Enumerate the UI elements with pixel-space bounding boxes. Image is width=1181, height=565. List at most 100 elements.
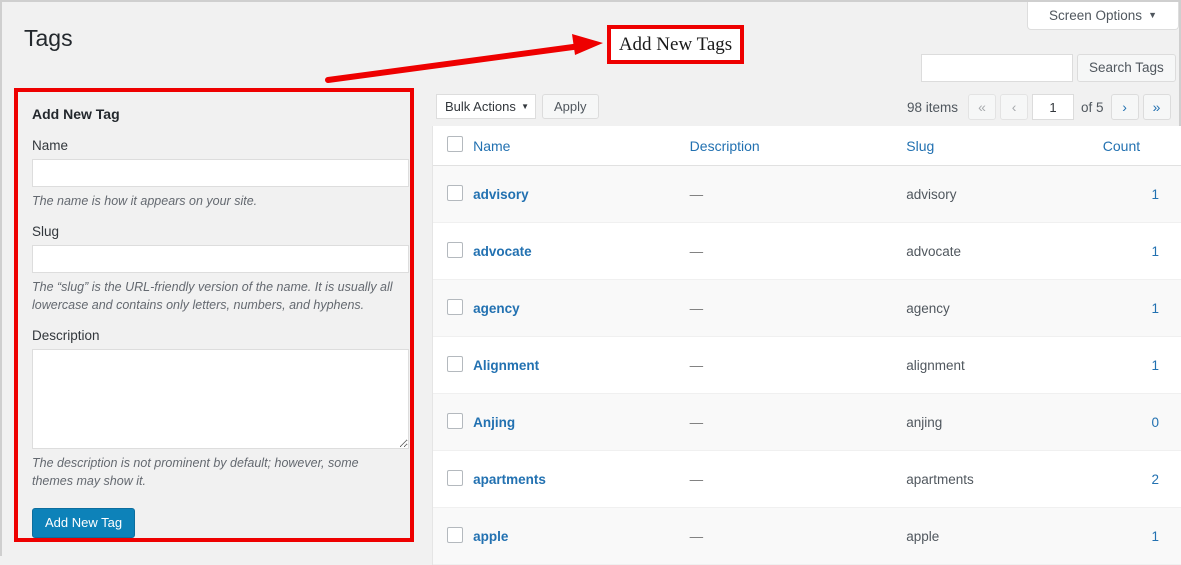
name-help-text: The name is how it appears on your site. (32, 194, 258, 208)
tag-count-link[interactable]: 1 (1151, 187, 1159, 202)
first-page-button: « (968, 94, 997, 120)
row-select-cell (433, 393, 474, 451)
tag-count-link[interactable]: 1 (1151, 301, 1159, 316)
description-help-text: The description is not prominent by defa… (32, 456, 359, 488)
name-label: Name (32, 138, 69, 153)
slug-label: Slug (32, 224, 60, 239)
tag-count-link[interactable]: 1 (1151, 358, 1159, 373)
row-name-cell: advisory (473, 165, 690, 223)
row-slug-cell: agency (906, 279, 1103, 337)
description-textarea[interactable] (32, 349, 409, 449)
tag-name-link[interactable]: agency (473, 301, 520, 316)
row-description-cell: — (689, 393, 907, 451)
bulk-actions-toolbar: Bulk Actions ▼ Apply (436, 94, 599, 119)
description-label: Description (32, 328, 100, 343)
row-checkbox[interactable] (447, 469, 463, 486)
table-row: advocate — advocate 1 (433, 222, 1181, 280)
row-select-cell (433, 165, 474, 223)
form-heading: Add New Tag (32, 106, 120, 122)
search-tags-button[interactable]: Search Tags (1077, 54, 1176, 82)
select-all-checkbox[interactable] (447, 136, 463, 152)
table-body: advisory — advisory 1 advocate — advocat… (433, 165, 1181, 565)
tag-slug: advocate (906, 243, 962, 259)
row-slug-cell: apartments (906, 450, 1103, 508)
row-description-cell: — (689, 222, 907, 280)
items-count: 98 items (907, 99, 959, 115)
tag-description: — (689, 243, 704, 259)
tag-description: — (689, 357, 704, 373)
row-select-cell (433, 450, 474, 508)
row-checkbox[interactable] (447, 184, 463, 201)
tags-table: Name Description Slug Count advisory — a… (432, 126, 1181, 565)
tag-count-link[interactable]: 0 (1151, 415, 1159, 430)
chevron-down-icon: ▼ (521, 102, 529, 111)
tag-count-link[interactable]: 1 (1151, 244, 1159, 259)
row-description-cell: — (689, 165, 907, 223)
row-name-cell: advocate (473, 222, 690, 280)
tag-name-link[interactable]: Alignment (473, 358, 539, 373)
column-header-name[interactable]: Name (473, 126, 690, 166)
row-checkbox[interactable] (447, 526, 463, 543)
row-checkbox[interactable] (447, 412, 463, 429)
column-header-description[interactable]: Description (689, 126, 907, 166)
tag-slug: alignment (906, 357, 965, 373)
tag-description: — (689, 300, 704, 316)
table-row: Alignment — alignment 1 (433, 336, 1181, 394)
row-count-cell: 1 (1102, 279, 1181, 337)
slug-input[interactable] (32, 245, 409, 273)
row-description-cell: — (689, 279, 907, 337)
tag-description: — (689, 471, 704, 487)
tag-description: — (689, 414, 704, 430)
row-slug-cell: advocate (906, 222, 1103, 280)
tag-description: — (689, 528, 704, 544)
tag-slug: apartments (906, 471, 974, 487)
current-page-input[interactable] (1032, 94, 1075, 120)
row-count-cell: 2 (1102, 450, 1181, 508)
tag-name-link[interactable]: advisory (473, 187, 529, 202)
row-select-cell (433, 279, 474, 337)
table-row: Anjing — anjing 0 (433, 393, 1181, 451)
table-header-row: Name Description Slug Count (433, 126, 1181, 166)
row-name-cell: Anjing (473, 393, 690, 451)
apply-button[interactable]: Apply (542, 94, 599, 119)
select-all-header (433, 126, 474, 166)
row-name-cell: agency (473, 279, 690, 337)
row-count-cell: 0 (1102, 393, 1181, 451)
tag-slug: agency (906, 300, 950, 316)
row-count-cell: 1 (1102, 336, 1181, 394)
tag-name-link[interactable]: apple (473, 529, 508, 544)
table-row: apartments — apartments 2 (433, 450, 1181, 508)
pagination: 98 items « ‹ of 5 › » (907, 94, 1171, 120)
search-input[interactable] (921, 54, 1073, 82)
add-new-tag-form: Add New Tag Name The name is how it appe… (14, 88, 414, 542)
tag-name-link[interactable]: apartments (473, 472, 546, 487)
row-count-cell: 1 (1102, 165, 1181, 223)
tag-count-link[interactable]: 2 (1151, 472, 1159, 487)
row-name-cell: Alignment (473, 336, 690, 394)
table-row: agency — agency 1 (433, 279, 1181, 337)
tag-count-link[interactable]: 1 (1151, 529, 1159, 544)
add-new-tag-submit-button[interactable]: Add New Tag (32, 508, 136, 538)
tag-slug: apple (906, 528, 940, 544)
screen-options-button[interactable]: Screen Options ▼ (1027, 2, 1179, 30)
annotation-callout: Add New Tags (607, 25, 744, 64)
tag-name-link[interactable]: Anjing (473, 415, 515, 430)
column-header-slug[interactable]: Slug (906, 126, 1103, 166)
admin-page: Screen Options ▼ Tags Search Tags Bulk A… (0, 0, 1181, 565)
column-header-count[interactable]: Count (1102, 126, 1181, 166)
chevron-down-icon: ▼ (1148, 10, 1157, 20)
annotation-callout-text: Add New Tags (618, 33, 733, 55)
row-checkbox[interactable] (447, 298, 463, 315)
bulk-actions-label: Bulk Actions (445, 99, 516, 114)
bulk-actions-select[interactable]: Bulk Actions ▼ (436, 94, 536, 119)
row-select-cell (433, 336, 474, 394)
tag-name-link[interactable]: advocate (473, 244, 532, 259)
row-slug-cell: advisory (906, 165, 1103, 223)
name-input[interactable] (32, 159, 409, 187)
slug-help-text: The “slug” is the URL-friendly version o… (32, 280, 393, 312)
next-page-button[interactable]: › (1110, 94, 1139, 120)
page-title: Tags (24, 25, 73, 51)
last-page-button[interactable]: » (1142, 94, 1171, 120)
row-checkbox[interactable] (447, 355, 463, 372)
row-checkbox[interactable] (447, 241, 463, 258)
